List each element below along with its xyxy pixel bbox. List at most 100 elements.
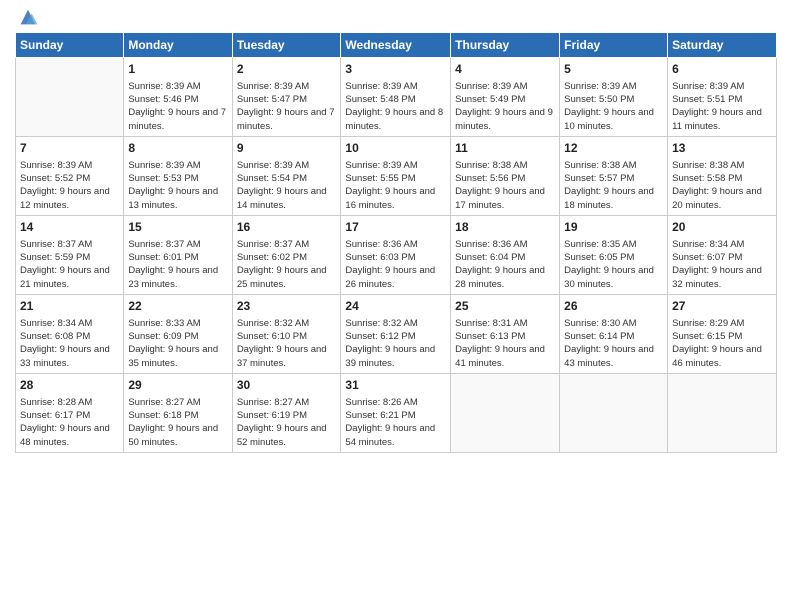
daylight: Daylight: 9 hours and 13 minutes. (128, 186, 218, 210)
sunset: Sunset: 5:58 PM (672, 173, 742, 184)
sunrise: Sunrise: 8:38 AM (672, 160, 744, 171)
sunrise: Sunrise: 8:32 AM (237, 318, 309, 329)
day-number: 7 (20, 140, 119, 157)
sunset: Sunset: 6:08 PM (20, 331, 90, 342)
calendar-cell: 18Sunrise: 8:36 AMSunset: 6:04 PMDayligh… (451, 215, 560, 294)
sunset: Sunset: 6:01 PM (128, 252, 198, 263)
sunrise: Sunrise: 8:37 AM (128, 239, 200, 250)
sunrise: Sunrise: 8:36 AM (455, 239, 527, 250)
daylight: Daylight: 9 hours and 28 minutes. (455, 265, 545, 289)
daylight: Daylight: 9 hours and 14 minutes. (237, 186, 327, 210)
daylight: Daylight: 9 hours and 37 minutes. (237, 344, 327, 368)
sunrise: Sunrise: 8:35 AM (564, 239, 636, 250)
calendar-cell: 16 Sunrise: 8:37 AM Sunset: 6:02 PM Dayligh… (232, 215, 341, 294)
sunset: Sunset: 6:17 PM (20, 410, 90, 421)
day-number: 21 (20, 298, 119, 315)
sunrise: Sunrise: 8:27 AM (237, 397, 309, 408)
header (15, 10, 777, 24)
sunrise: Sunrise: 8:34 AM (20, 318, 92, 329)
calendar-cell: 11 Sunrise: 8:38 AM Sunset: 5:56 PM Dayligh… (451, 136, 560, 215)
day-number: 14 (20, 219, 119, 236)
day-number: 8 (128, 140, 227, 157)
sunset: Sunset: 5:56 PM (455, 173, 525, 184)
sunset: Sunset: 6:21 PM (345, 410, 415, 421)
calendar-cell: 20Sunrise: 8:34 AMSunset: 6:07 PMDayligh… (668, 215, 777, 294)
day-header-wednesday: Wednesday (341, 33, 451, 58)
daylight: Daylight: 9 hours and 21 minutes. (20, 265, 110, 289)
daylight: Daylight: 9 hours and 43 minutes. (564, 344, 654, 368)
daylight: Daylight: 9 hours and 12 minutes. (20, 186, 110, 210)
day-header-thursday: Thursday (451, 33, 560, 58)
daylight: Daylight: 9 hours and 8 minutes. (345, 107, 443, 131)
calendar-cell: 28Sunrise: 8:28 AMSunset: 6:17 PMDayligh… (16, 373, 124, 452)
logo (15, 10, 39, 24)
day-number: 3 (345, 61, 446, 78)
sunrise: Sunrise: 8:39 AM (345, 160, 417, 171)
week-row-4: 21 Sunrise: 8:34 AM Sunset: 6:08 PM Dayligh… (16, 294, 777, 373)
day-number: 2 (237, 61, 337, 78)
sunrise: Sunrise: 8:33 AM (128, 318, 200, 329)
day-number: 10 (345, 140, 446, 157)
sunrise: Sunrise: 8:39 AM (345, 81, 417, 92)
calendar-cell (560, 373, 668, 452)
sunset: Sunset: 5:53 PM (128, 173, 198, 184)
sunrise: Sunrise: 8:37 AM (237, 239, 309, 250)
sunrise: Sunrise: 8:31 AM (455, 318, 527, 329)
calendar-cell: 17Sunrise: 8:36 AMSunset: 6:03 PMDayligh… (341, 215, 451, 294)
week-row-2: 7Sunrise: 8:39 AMSunset: 5:52 PMDaylight… (16, 136, 777, 215)
calendar-cell: 25Sunrise: 8:31 AMSunset: 6:13 PMDayligh… (451, 294, 560, 373)
page-container: SundayMondayTuesdayWednesdayThursdayFrid… (0, 0, 792, 463)
calendar-cell: 31Sunrise: 8:26 AMSunset: 6:21 PMDayligh… (341, 373, 451, 452)
calendar-cell: 1Sunrise: 8:39 AMSunset: 5:46 PMDaylight… (124, 58, 232, 137)
daylight: Daylight: 9 hours and 46 minutes. (672, 344, 762, 368)
sunrise: Sunrise: 8:36 AM (345, 239, 417, 250)
daylight: Daylight: 9 hours and 33 minutes. (20, 344, 110, 368)
day-number: 19 (564, 219, 663, 236)
calendar-cell: 30Sunrise: 8:27 AMSunset: 6:19 PMDayligh… (232, 373, 341, 452)
sunset: Sunset: 6:15 PM (672, 331, 742, 342)
sunset: Sunset: 6:02 PM (237, 252, 307, 263)
day-number: 11 (455, 140, 555, 157)
sunrise: Sunrise: 8:39 AM (128, 81, 200, 92)
calendar-cell: 9Sunrise: 8:39 AMSunset: 5:54 PMDaylight… (232, 136, 341, 215)
sunset: Sunset: 5:47 PM (237, 94, 307, 105)
daylight: Daylight: 9 hours and 50 minutes. (128, 423, 218, 447)
day-number: 26 (564, 298, 663, 315)
day-number: 23 (237, 298, 337, 315)
sunset: Sunset: 5:50 PM (564, 94, 634, 105)
day-number: 27 (672, 298, 772, 315)
day-header-friday: Friday (560, 33, 668, 58)
calendar-cell: 7Sunrise: 8:39 AMSunset: 5:52 PMDaylight… (16, 136, 124, 215)
week-row-5: 28Sunrise: 8:28 AMSunset: 6:17 PMDayligh… (16, 373, 777, 452)
logo-icon (17, 6, 39, 28)
daylight: Daylight: 9 hours and 10 minutes. (564, 107, 654, 131)
calendar-cell: 21 Sunrise: 8:34 AM Sunset: 6:08 PM Dayligh… (16, 294, 124, 373)
calendar-cell (16, 58, 124, 137)
sunset: Sunset: 6:13 PM (455, 331, 525, 342)
daylight: Daylight: 9 hours and 17 minutes. (455, 186, 545, 210)
calendar-cell: 6Sunrise: 8:39 AMSunset: 5:51 PMDaylight… (668, 58, 777, 137)
sunset: Sunset: 6:18 PM (128, 410, 198, 421)
sunrise: Sunrise: 8:39 AM (564, 81, 636, 92)
day-number: 16 (237, 219, 337, 236)
sunrise: Sunrise: 8:39 AM (20, 160, 92, 171)
calendar-cell (668, 373, 777, 452)
sunset: Sunset: 6:04 PM (455, 252, 525, 263)
day-number: 9 (237, 140, 337, 157)
daylight: Daylight: 9 hours and 54 minutes. (345, 423, 435, 447)
sunset: Sunset: 5:55 PM (345, 173, 415, 184)
sunrise: Sunrise: 8:32 AM (345, 318, 417, 329)
calendar-cell: 14Sunrise: 8:37 AMSunset: 5:59 PMDayligh… (16, 215, 124, 294)
calendar-cell: 29Sunrise: 8:27 AMSunset: 6:18 PMDayligh… (124, 373, 232, 452)
daylight: Daylight: 9 hours and 26 minutes. (345, 265, 435, 289)
sunset: Sunset: 6:03 PM (345, 252, 415, 263)
sunrise: Sunrise: 8:38 AM (455, 160, 527, 171)
sunset: Sunset: 5:59 PM (20, 252, 90, 263)
calendar-cell: 12Sunrise: 8:38 AMSunset: 5:57 PMDayligh… (560, 136, 668, 215)
calendar-cell: 13Sunrise: 8:38 AMSunset: 5:58 PMDayligh… (668, 136, 777, 215)
day-number: 28 (20, 377, 119, 394)
daylight: Daylight: 9 hours and 25 minutes. (237, 265, 327, 289)
sunrise: Sunrise: 8:39 AM (237, 160, 309, 171)
daylight: Daylight: 9 hours and 23 minutes. (128, 265, 218, 289)
day-number: 29 (128, 377, 227, 394)
